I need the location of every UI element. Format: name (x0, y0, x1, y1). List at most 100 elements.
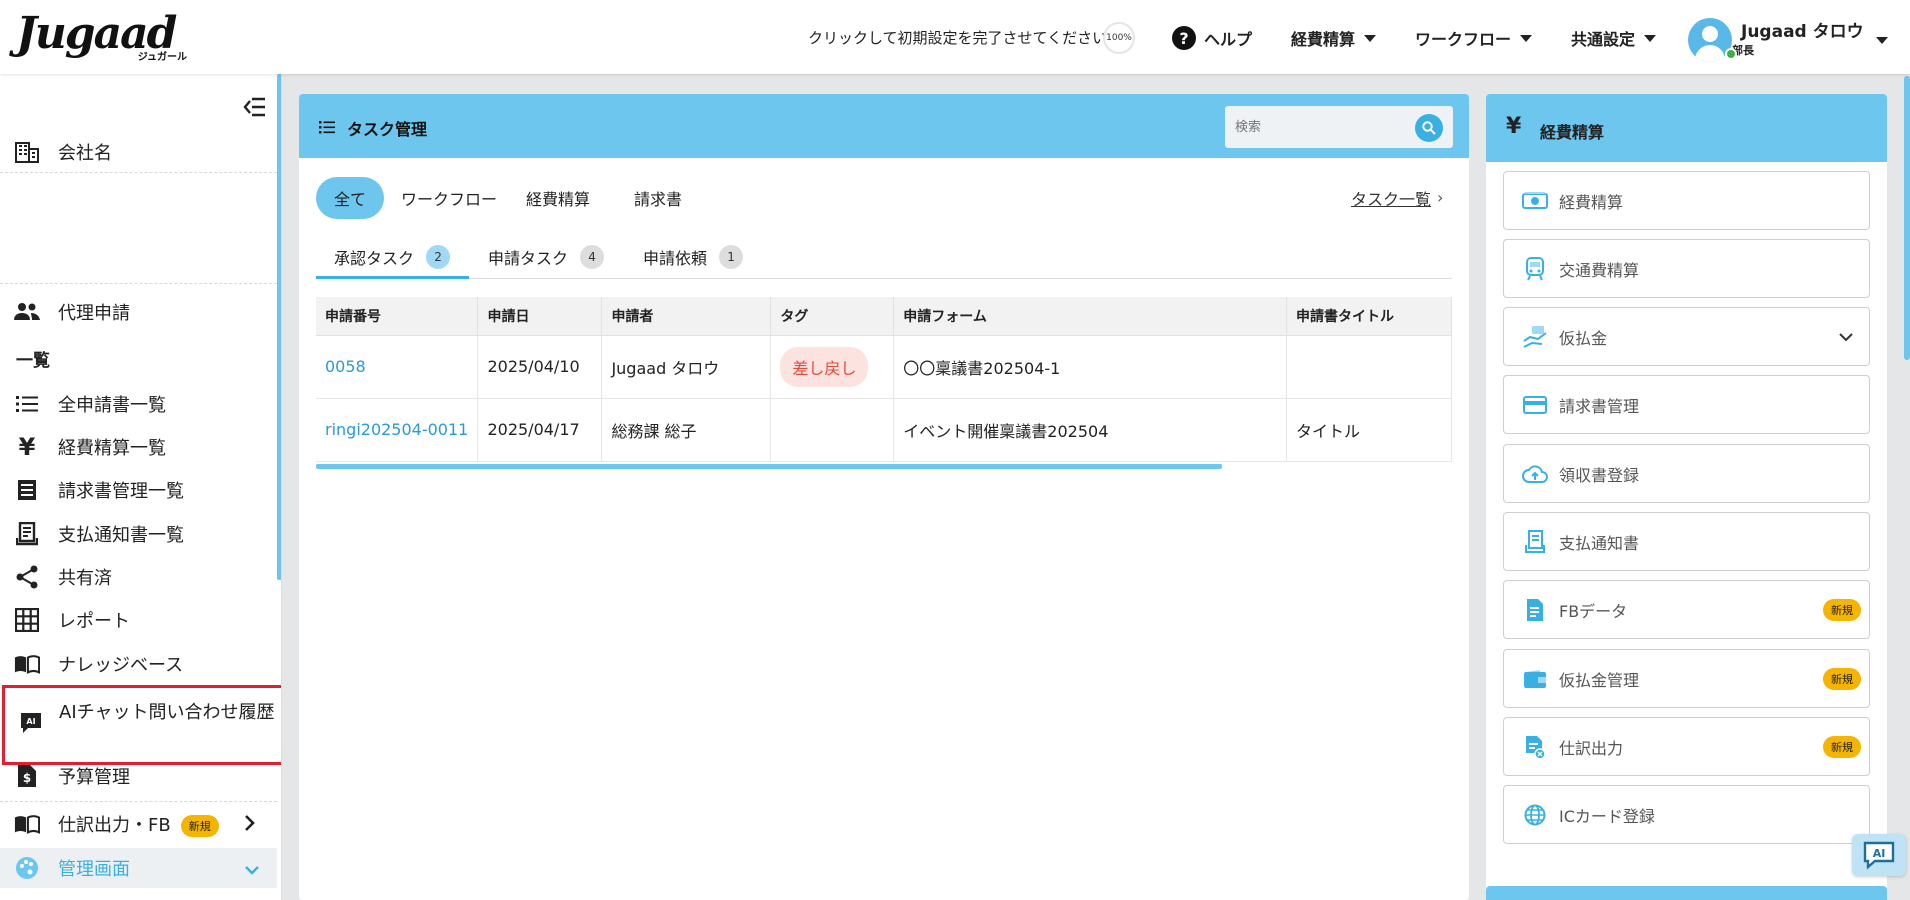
sidebar-item-report[interactable]: レポート (0, 600, 277, 640)
divider (0, 283, 277, 284)
sidebar-item-ai-chat-history[interactable]: AI AIチャット問い合わせ履歴 (2, 685, 281, 765)
app-logo[interactable]: Jugaad ジュガール (16, 12, 191, 64)
hand-money-icon (1522, 324, 1548, 350)
tab-divider (316, 278, 1452, 279)
sidebar-item-label: 会社名 (58, 143, 112, 164)
document-icon (1522, 597, 1548, 623)
sidebar-item-expense-list[interactable]: ¥ 経費精算一覧 (0, 427, 277, 467)
nav-common-settings-menu[interactable]: 共通設定 (1571, 26, 1657, 50)
user-menu[interactable]: Jugaad タロウ 部長 (1688, 18, 1888, 62)
filter-tab-invoice[interactable]: 請求書 (629, 177, 687, 219)
column-header[interactable]: 申請書タイトル (1286, 297, 1452, 336)
cell-tag: 差し戻し (770, 334, 895, 399)
chevron-down-icon (1839, 327, 1853, 346)
filter-tab-workflow[interactable]: ワークフロー (399, 177, 499, 219)
caret-down-icon (1520, 34, 1533, 42)
cell-date: 2025/04/17 (477, 397, 603, 462)
task-list-link[interactable]: タスク一覧 (1351, 186, 1431, 210)
sidebar-item-admin[interactable]: 管理画面 (0, 848, 277, 888)
application-id-link[interactable]: 0058 (325, 357, 366, 376)
setup-message[interactable]: クリックして初期設定を完了させてください → (808, 27, 1124, 48)
nav-expense-label: 経費精算 (1291, 30, 1356, 49)
search-input[interactable] (1225, 106, 1405, 148)
sidebar-item-budget[interactable]: $ 予算管理 (0, 756, 277, 796)
button-label: 交通費精算 (1559, 260, 1640, 280)
sidebar-item-knowledge-base[interactable]: ナレッジベース (0, 644, 277, 684)
grid-icon (14, 607, 40, 633)
sidebar-item-label: 請求書管理一覧 (58, 481, 184, 502)
count-badge: 2 (426, 245, 451, 269)
button-label: 経費精算 (1559, 192, 1624, 212)
sidebar-item-invoice-list[interactable]: 請求書管理一覧 (0, 470, 277, 510)
yen-icon: ¥ (1506, 114, 1522, 139)
sidebar-item-payment-notice-list[interactable]: 支払通知書一覧 (0, 514, 277, 554)
tab-application-requests[interactable]: 申請依頼 1 (643, 237, 744, 277)
page-scrollbar[interactable] (1904, 76, 1910, 360)
filter-tab-all[interactable]: 全て (316, 177, 384, 219)
sidebar-item-label-wrap: 仕訳出力・FB 新規 (58, 811, 219, 837)
receipt-registration-button[interactable]: 領収書登録 (1503, 444, 1870, 503)
tab-label: 申請依頼 (643, 249, 708, 268)
sidebar-item-label: 支払通知書一覧 (58, 525, 184, 546)
column-header[interactable]: 申請番号 (316, 297, 479, 336)
nav-expense-menu[interactable]: 経費精算 (1291, 26, 1377, 50)
ai-chat-icon: AI (1863, 841, 1895, 870)
user-role: 部長 (1732, 43, 1754, 57)
panel-header: ¥ 経費精算 (1486, 94, 1887, 162)
help-menu[interactable]: ? ヘルプ (1172, 26, 1252, 50)
sidebar: 会社名 代理申請 一覧 全申請書一覧 ¥ 経費精算一覧 請求書管理一覧 支払通知… (0, 74, 282, 900)
transport-expense-button[interactable]: 交通費精算 (1503, 239, 1870, 298)
application-id-link[interactable]: ringi202504-0011 (325, 420, 468, 439)
tab-application-tasks[interactable]: 申請タスク 4 (488, 237, 605, 277)
chevron-right-icon (244, 814, 256, 837)
sidebar-item-label: AIチャット問い合わせ履歴 (59, 702, 275, 723)
table-row[interactable]: 0058 2025/04/10 Jugaad タロウ 差し戻し 〇〇稟議書202… (316, 334, 1452, 399)
expense-button[interactable]: 経費精算 (1503, 171, 1870, 230)
online-status-dot (1725, 48, 1737, 60)
returned-tag: 差し戻し (780, 346, 869, 387)
sidebar-item-journal-fb[interactable]: 仕訳出力・FB 新規 (0, 804, 277, 844)
filter-tab-expense[interactable]: 経費精算 (521, 177, 595, 219)
table-row[interactable]: ringi202504-0011 2025/04/17 総務課 総子 イベント開… (316, 397, 1452, 462)
ic-card-registration-button[interactable]: ICカード登録 (1503, 785, 1870, 844)
sidebar-item-shared[interactable]: 共有済 (0, 557, 277, 597)
button-label: 仮払金管理 (1559, 670, 1640, 690)
column-header[interactable]: タグ (770, 297, 895, 336)
divider (0, 801, 277, 802)
setup-progress[interactable]: 100% (1103, 22, 1135, 54)
nav-workflow-menu[interactable]: ワークフロー (1415, 26, 1533, 50)
search-button[interactable] (1415, 114, 1443, 142)
button-label: ICカード登録 (1559, 806, 1655, 826)
building-icon (14, 139, 40, 165)
expense-shortcut-panel: ¥ 経費精算 経費精算 交通費精算 仮払金 請求書管理 領収書登録 支払通知書 … (1486, 94, 1887, 900)
sidebar-item-company[interactable]: 会社名 (0, 132, 277, 172)
collapse-sidebar-icon[interactable] (243, 96, 267, 118)
caret-down-icon (1875, 36, 1888, 44)
tab-approval-tasks[interactable]: 承認タスク 2 (334, 237, 451, 277)
table-horizontal-scrollbar[interactable] (316, 464, 1222, 469)
cloud-upload-icon (1522, 461, 1548, 487)
receipt-icon (1522, 529, 1548, 555)
fb-data-button[interactable]: FBデータ 新規 (1503, 580, 1870, 639)
column-header[interactable]: 申請フォーム (893, 297, 1288, 336)
sidebar-item-label: 予算管理 (58, 767, 130, 788)
payment-notice-button[interactable]: 支払通知書 (1503, 512, 1870, 571)
logo-subtext: ジュガール (137, 52, 187, 63)
sidebar-item-all-applications[interactable]: 全申請書一覧 (0, 384, 277, 424)
button-label: 仮払金 (1559, 328, 1608, 348)
sidebar-scrollbar[interactable] (277, 74, 281, 580)
column-header[interactable]: 申請日 (477, 297, 603, 336)
ai-chat-icon: AI (19, 711, 43, 739)
panel-header: タスク管理 (299, 94, 1469, 158)
advance-management-button[interactable]: 仮払金管理 新規 (1503, 649, 1870, 708)
ai-chat-button[interactable]: AI (1852, 834, 1906, 876)
advance-payment-button[interactable]: 仮払金 (1503, 307, 1870, 366)
column-header[interactable]: 申請者 (601, 297, 772, 336)
invoice-management-button[interactable]: 請求書管理 (1503, 375, 1870, 434)
sidebar-item-label: 管理画面 (58, 859, 130, 880)
wallet-icon (1522, 666, 1548, 692)
button-label: 請求書管理 (1559, 396, 1640, 416)
journal-output-button[interactable]: 仕訳出力 新規 (1503, 717, 1870, 776)
search-icon (1422, 121, 1436, 135)
sidebar-item-proxy-application[interactable]: 代理申請 (0, 292, 277, 332)
